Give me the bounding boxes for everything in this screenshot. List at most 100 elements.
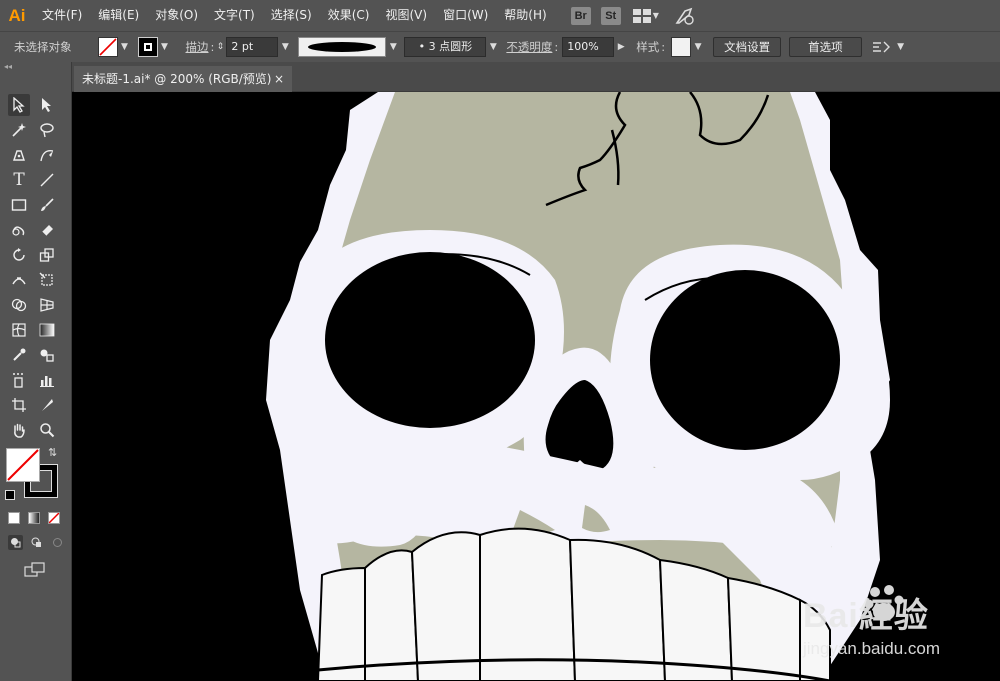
graphic-style-swatch[interactable] <box>671 36 692 57</box>
panel-collapse-icon[interactable]: ◂◂ <box>0 62 71 72</box>
close-icon[interactable]: × <box>274 66 284 92</box>
menu-help[interactable]: 帮助(H) <box>496 0 554 31</box>
style-dropdown-icon[interactable]: ▼ <box>691 37 705 57</box>
lasso-tool-icon[interactable] <box>36 119 58 141</box>
pen-tool-icon[interactable] <box>8 144 30 166</box>
rotate-tool-icon[interactable] <box>8 244 30 266</box>
none-mode-icon[interactable] <box>48 512 60 524</box>
tooth <box>410 531 481 681</box>
direct-selection-tool-icon[interactable] <box>36 94 58 116</box>
magic-wand-tool-icon[interactable] <box>8 119 30 141</box>
tool-row <box>0 142 71 167</box>
fill-swatch[interactable] <box>97 36 118 57</box>
tool-row <box>0 292 71 317</box>
free-transform-tool-icon[interactable] <box>36 269 58 291</box>
menu-effect[interactable]: 效果(C) <box>320 0 378 31</box>
selection-status: 未选择对象 <box>14 39 72 54</box>
brush-label: 3 点圆形 <box>428 39 473 53</box>
width-tool-icon[interactable] <box>8 269 30 291</box>
menu-object[interactable]: 对象(O) <box>147 0 206 31</box>
selection-tool-icon[interactable] <box>8 93 30 116</box>
colon3: : <box>661 39 666 54</box>
menu-type[interactable]: 文字(T) <box>206 0 263 31</box>
paintbrush-tool-icon[interactable] <box>36 194 58 216</box>
column-graph-tool-icon[interactable] <box>36 369 58 391</box>
no-fill-icon <box>7 449 39 481</box>
watermark: Bai經验 jingyan.baidu.com <box>803 585 940 659</box>
scale-tool-icon[interactable] <box>36 244 58 266</box>
stock-button[interactable]: St <box>600 6 621 25</box>
line-segment-tool-icon[interactable] <box>36 169 58 191</box>
mesh-tool-icon[interactable] <box>8 319 30 341</box>
document-tab[interactable]: 未标题-1.ai* @ 200% (RGB/预览) × <box>74 66 292 92</box>
no-fill-icon <box>98 37 117 56</box>
fill-color-box[interactable] <box>6 448 40 482</box>
rectangle-tool-icon[interactable] <box>8 194 30 216</box>
document-tab-bar: 未标题-1.ai* @ 200% (RGB/预览) × <box>72 62 1000 92</box>
symbol-sprayer-tool-icon[interactable] <box>8 369 30 391</box>
tool-row <box>0 367 71 392</box>
menu-file[interactable]: 文件(F) <box>34 0 90 31</box>
blend-tool-icon[interactable] <box>36 344 58 366</box>
tool-row: T <box>0 167 71 192</box>
artboard-canvas[interactable]: Bai經验 jingyan.baidu.com <box>72 92 1000 681</box>
gpu-performance-button[interactable] <box>675 6 705 26</box>
watermark-paw-icon <box>863 582 907 626</box>
left-eye <box>325 252 535 428</box>
hand-tool-icon[interactable] <box>8 419 30 441</box>
tooth <box>479 527 577 681</box>
stroke-label[interactable]: 描边 <box>186 39 209 55</box>
stroke-weight-dropdown-icon[interactable]: ▼ <box>278 37 292 57</box>
shaper-tool-icon[interactable] <box>8 219 30 241</box>
gradient-tool-icon[interactable] <box>36 319 58 341</box>
menu-select[interactable]: 选择(S) <box>263 0 320 31</box>
opacity-arrow-icon[interactable]: ▶ <box>614 37 628 57</box>
menu-view[interactable]: 视图(V) <box>377 0 435 31</box>
stroke-stepper[interactable]: ⇕ <box>214 37 226 57</box>
slice-tool-icon[interactable] <box>36 394 58 416</box>
tool-row <box>0 317 71 342</box>
eraser-tool-icon[interactable] <box>36 219 58 241</box>
color-mode-row <box>8 512 60 524</box>
tool-row <box>0 192 71 217</box>
opacity-label[interactable]: 不透明度 <box>506 39 552 55</box>
bridge-button[interactable]: Br <box>570 6 591 25</box>
swap-colors-icon[interactable]: ⇅ <box>48 446 57 459</box>
brush-dropdown-icon[interactable]: ▼ <box>486 37 500 57</box>
opacity-field[interactable]: 100% <box>562 36 615 57</box>
stroke-dropdown-icon[interactable]: ▼ <box>158 37 172 57</box>
tool-row <box>0 417 71 442</box>
stroke-weight-field[interactable]: 2 pt <box>226 36 279 57</box>
align-options-icon[interactable] <box>868 37 894 57</box>
document-setup-button[interactable]: 文档设置 <box>713 36 782 57</box>
type-tool-icon[interactable]: T <box>8 169 30 191</box>
draw-inside-icon[interactable] <box>50 535 65 550</box>
shape-builder-tool-icon[interactable] <box>8 294 30 316</box>
eyedropper-tool-icon[interactable] <box>8 344 30 366</box>
profile-dropdown-icon[interactable]: ▼ <box>386 37 400 57</box>
fill-dropdown-icon[interactable]: ▼ <box>118 37 132 57</box>
menu-window[interactable]: 窗口(W) <box>435 0 496 31</box>
artboard-tool-icon[interactable] <box>8 394 30 416</box>
brush-definition[interactable]: • 3 点圆形 <box>404 36 487 57</box>
draw-normal-icon[interactable] <box>8 535 23 550</box>
menu-edit[interactable]: 编辑(E) <box>90 0 147 31</box>
fill-stroke-widget: ⇅ <box>5 446 62 504</box>
curvature-tool-icon[interactable] <box>36 144 58 166</box>
tool-row <box>0 92 71 117</box>
draw-behind-icon[interactable] <box>29 535 44 550</box>
screen-mode-icon[interactable] <box>24 562 46 581</box>
stroke-swatch[interactable] <box>137 36 158 57</box>
stroke-square-icon <box>143 42 152 51</box>
preferences-button[interactable]: 首选项 <box>789 36 862 57</box>
zoom-tool-icon[interactable] <box>36 419 58 441</box>
perspective-grid-tool-icon[interactable] <box>36 294 58 316</box>
tool-row <box>0 267 71 292</box>
tools-panel: ◂◂ T ⇅ <box>0 62 72 681</box>
color-mode-icon[interactable] <box>8 512 20 524</box>
panel-menu-icon[interactable]: ▼ <box>894 37 908 57</box>
gradient-mode-icon[interactable] <box>28 512 40 524</box>
arrange-documents-button[interactable]: ▼ <box>632 6 663 26</box>
variable-width-profile[interactable] <box>298 36 387 57</box>
default-colors-icon[interactable] <box>5 490 15 500</box>
